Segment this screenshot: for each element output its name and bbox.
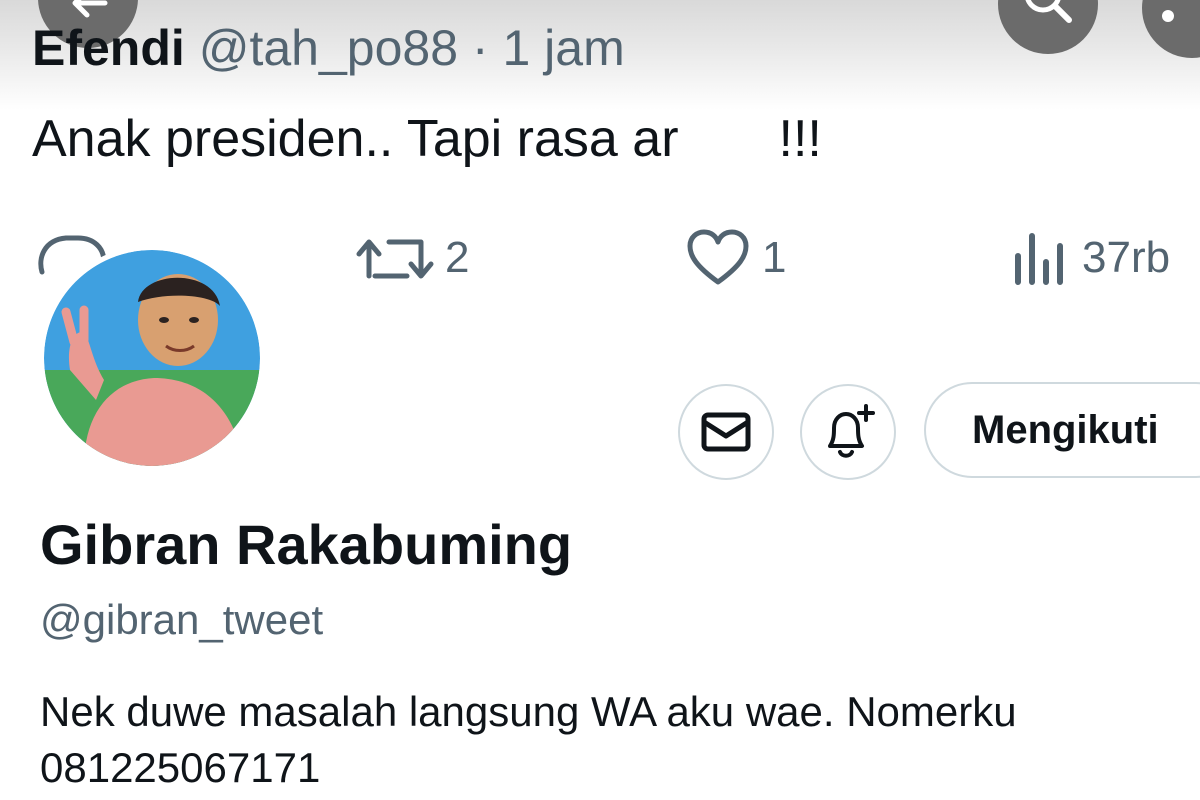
- retweet-count: 2: [445, 233, 470, 282]
- profile-avatar[interactable]: [44, 250, 260, 466]
- retweet-icon: [356, 239, 434, 279]
- heart-icon: [687, 229, 749, 285]
- notifications-button[interactable]: [800, 384, 896, 480]
- more-icon: [1162, 10, 1174, 22]
- tweet-author-handle[interactable]: @tah_po88: [199, 20, 458, 76]
- tweet-timestamp[interactable]: 1 jam: [502, 20, 624, 76]
- views-icon: [1015, 233, 1063, 285]
- tweet-text-ending: !!!: [778, 110, 822, 168]
- bell-plus-icon: [828, 404, 875, 458]
- more-button[interactable]: [1142, 0, 1200, 58]
- views-button[interactable]: 37rb: [1010, 228, 1170, 288]
- like-button[interactable]: 1: [686, 228, 786, 288]
- tweet-text: Anak presiden.. Tapi rasa ar!!!: [32, 108, 822, 170]
- tweet-separator: ·: [471, 20, 489, 76]
- tweet-header: Efendi @tah_po88 · 1 jam: [32, 18, 625, 78]
- envelope-icon: [701, 412, 751, 452]
- like-count: 1: [762, 233, 787, 282]
- censor-smudge: [870, 112, 980, 170]
- message-button[interactable]: [678, 384, 774, 480]
- tweet-text-visible: Anak presiden.. Tapi rasa ar: [32, 110, 679, 168]
- search-icon: [1025, 0, 1072, 23]
- following-button[interactable]: Mengikuti: [924, 382, 1200, 478]
- profile-handle: @gibran_tweet: [40, 596, 324, 643]
- profile-bio: Nek duwe masalah langsung WA aku wae. No…: [40, 688, 1017, 791]
- profile-name: Gibran Rakabuming: [40, 513, 573, 576]
- avatar-image: [44, 250, 260, 466]
- views-count: 37rb: [1082, 233, 1171, 282]
- tweet-author-name[interactable]: Efendi: [32, 20, 185, 76]
- retweet-button[interactable]: 2: [355, 228, 469, 288]
